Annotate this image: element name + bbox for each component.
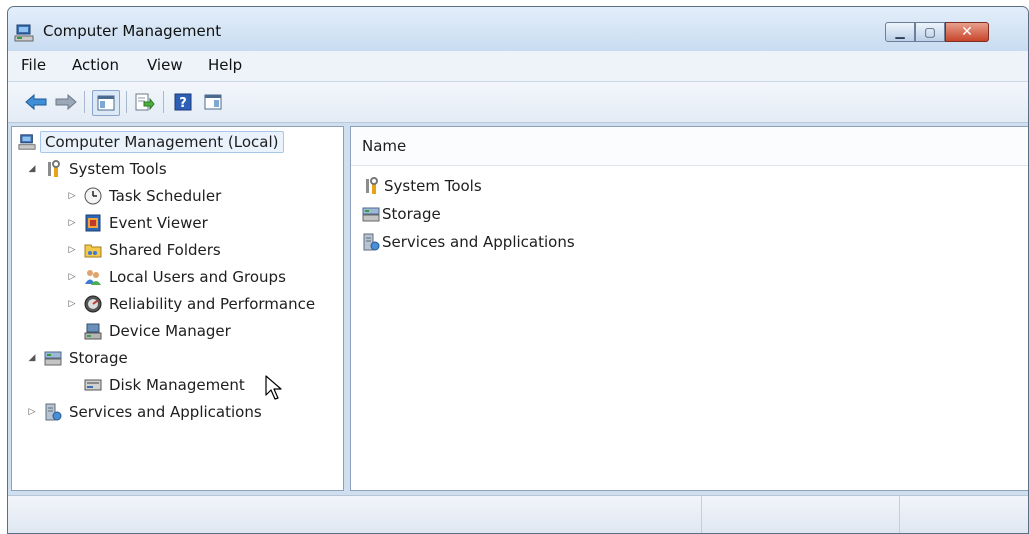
storage-icon bbox=[362, 207, 380, 222]
menu-help[interactable]: Help bbox=[205, 56, 245, 74]
tree-item-reliability[interactable]: ▷ Reliability and Performance bbox=[66, 292, 316, 316]
expanded-arrow-icon[interactable]: ◢ bbox=[26, 163, 38, 175]
menu-view[interactable]: View bbox=[144, 56, 186, 74]
show-hide-console-tree-button[interactable] bbox=[92, 90, 120, 116]
tree-item-task-scheduler[interactable]: ▷ Task Scheduler bbox=[66, 184, 222, 208]
users-icon bbox=[85, 270, 101, 285]
tree-item-label: Storage bbox=[69, 349, 128, 367]
toolbar: ? bbox=[8, 82, 1028, 123]
collapsed-arrow-icon[interactable]: ▷ bbox=[66, 190, 78, 202]
collapsed-arrow-icon[interactable]: ▷ bbox=[66, 217, 78, 229]
expanded-arrow-icon[interactable]: ◢ bbox=[26, 352, 38, 364]
back-icon bbox=[25, 94, 47, 110]
details-pane[interactable]: Name System Tools Storage Services and A… bbox=[350, 126, 1028, 491]
close-icon: ✕ bbox=[961, 24, 973, 40]
list-item-label: Storage bbox=[382, 205, 441, 223]
shared-folder-icon bbox=[84, 244, 102, 258]
column-header-name[interactable]: Name bbox=[351, 127, 1028, 166]
tree-item-device-manager[interactable]: Device Manager bbox=[84, 319, 231, 343]
collapsed-arrow-icon[interactable]: ▷ bbox=[26, 406, 38, 418]
tools-icon bbox=[366, 177, 378, 194]
tree-item-label: Event Viewer bbox=[109, 214, 208, 232]
title-bar[interactable]: Computer Management ▁ ▢ ✕ bbox=[8, 7, 1028, 51]
show-hide-action-pane-icon bbox=[204, 94, 222, 110]
storage-icon bbox=[44, 351, 62, 366]
services-applications-icon bbox=[363, 233, 380, 251]
export-list-icon bbox=[135, 93, 155, 111]
export-list-button[interactable] bbox=[133, 90, 157, 114]
tree-item-label: Device Manager bbox=[109, 322, 231, 340]
tree-item-root[interactable]: Computer Management (Local) bbox=[18, 130, 284, 154]
device-manager-icon bbox=[84, 323, 102, 340]
toolbar-separator bbox=[126, 91, 127, 113]
window-title: Computer Management bbox=[43, 22, 222, 40]
back-button[interactable] bbox=[24, 90, 48, 114]
forward-icon bbox=[55, 94, 77, 110]
menu-file[interactable]: File bbox=[18, 56, 49, 74]
forward-button[interactable] bbox=[54, 90, 78, 114]
tree-item-label: Services and Applications bbox=[69, 403, 262, 421]
help-button[interactable]: ? bbox=[171, 90, 195, 114]
minimize-icon: ▁ bbox=[895, 25, 905, 39]
list-item[interactable]: Services and Applications bbox=[362, 230, 575, 254]
tree-item-event-viewer[interactable]: ▷ Event Viewer bbox=[66, 211, 208, 235]
tools-icon bbox=[48, 160, 60, 177]
computer-management-icon bbox=[18, 134, 36, 150]
collapsed-arrow-icon[interactable]: ▷ bbox=[66, 244, 78, 256]
svg-text:?: ? bbox=[179, 96, 187, 111]
collapsed-arrow-icon[interactable]: ▷ bbox=[66, 271, 78, 283]
disk-management-icon bbox=[84, 379, 102, 391]
mouse-pointer-icon bbox=[265, 375, 282, 400]
tree-item-label: Local Users and Groups bbox=[109, 268, 286, 286]
tree-item-label: Task Scheduler bbox=[109, 187, 222, 205]
menu-action[interactable]: Action bbox=[69, 56, 122, 74]
computer-management-window: Computer Management ▁ ▢ ✕ File Action Vi… bbox=[7, 6, 1029, 534]
show-hide-action-pane-button[interactable] bbox=[201, 90, 225, 114]
status-bar-segment bbox=[899, 496, 900, 533]
column-header-label: Name bbox=[362, 137, 407, 155]
tree-item-local-users[interactable]: ▷ Local Users and Groups bbox=[66, 265, 286, 289]
list-item-label: Services and Applications bbox=[382, 233, 575, 251]
tree-item-system-tools[interactable]: ◢ System Tools bbox=[26, 157, 167, 181]
tree-item-disk-management[interactable]: Disk Management bbox=[84, 373, 245, 397]
help-icon: ? bbox=[174, 93, 192, 111]
tree-item-services[interactable]: ▷ Services and Applications bbox=[26, 400, 262, 424]
tree-item-label: Disk Management bbox=[109, 376, 245, 394]
tree-item-label: Reliability and Performance bbox=[109, 295, 316, 313]
show-hide-console-tree-icon bbox=[97, 95, 115, 111]
tree-item-label: Computer Management (Local) bbox=[40, 131, 284, 153]
tree-item-label: System Tools bbox=[69, 160, 167, 178]
list-item[interactable]: System Tools bbox=[362, 174, 482, 198]
close-button[interactable]: ✕ bbox=[945, 22, 989, 42]
performance-gauge-icon bbox=[84, 295, 102, 313]
maximize-button[interactable]: ▢ bbox=[915, 22, 945, 42]
collapsed-arrow-icon[interactable]: ▷ bbox=[66, 298, 78, 310]
status-bar-segment bbox=[701, 496, 702, 533]
services-applications-icon bbox=[45, 403, 62, 421]
clock-icon bbox=[84, 187, 102, 205]
list-item[interactable]: Storage bbox=[362, 202, 441, 226]
minimize-button[interactable]: ▁ bbox=[885, 22, 915, 42]
event-viewer-icon bbox=[85, 214, 101, 232]
console-tree[interactable]: Computer Management (Local) ◢ System Too… bbox=[11, 126, 344, 491]
tree-item-shared-folders[interactable]: ▷ Shared Folders bbox=[66, 238, 221, 262]
toolbar-separator bbox=[84, 91, 85, 113]
list-item-label: System Tools bbox=[384, 177, 482, 195]
toolbar-separator bbox=[163, 91, 164, 113]
status-bar bbox=[8, 495, 1028, 533]
computer-management-app-icon bbox=[14, 24, 34, 42]
menu-bar: File Action View Help bbox=[8, 51, 1028, 82]
tree-item-storage[interactable]: ◢ Storage bbox=[26, 346, 128, 370]
maximize-icon: ▢ bbox=[924, 25, 936, 39]
tree-item-label: Shared Folders bbox=[109, 241, 221, 259]
